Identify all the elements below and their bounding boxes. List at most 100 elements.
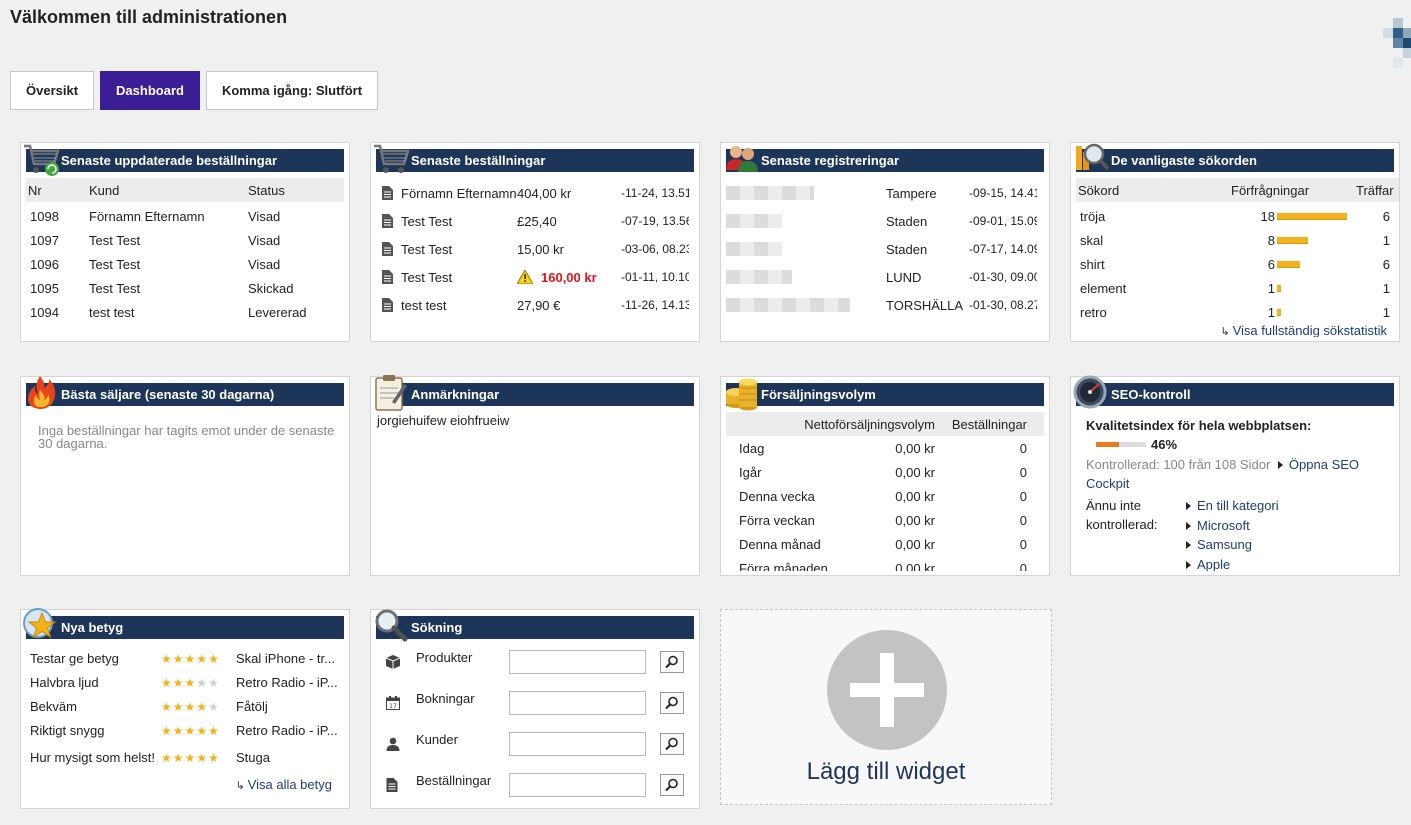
review-title: Bekväm xyxy=(30,698,77,714)
order-amount: 160,00 kr xyxy=(541,269,597,285)
unchecked-page-link[interactable]: En till kategori xyxy=(1186,496,1279,516)
review-row[interactable]: Testar ge betyg ★★★★★ Skal iPhone - tr... xyxy=(26,646,344,670)
order-date: -01-11, 10.10 xyxy=(621,270,689,284)
table-row[interactable]: tröja 18 6 xyxy=(1076,204,1399,228)
search-input[interactable] xyxy=(509,690,646,715)
period-label: Denna vecka xyxy=(739,488,815,504)
star-icon: ★ xyxy=(161,675,172,690)
unchecked-page-link[interactable]: Apple xyxy=(1186,555,1279,571)
person-icon xyxy=(386,737,416,751)
brand-logo xyxy=(1375,18,1411,68)
table-row[interactable]: LUND -01-30, 09.00 xyxy=(726,263,1044,291)
hit-count: 1 xyxy=(1382,304,1390,320)
request-count: 6 xyxy=(1267,256,1275,272)
table-row[interactable]: element 1 1 xyxy=(1076,276,1399,300)
review-row[interactable]: Bekväm ★★★★★ Fåtölj xyxy=(26,694,344,718)
users-icon xyxy=(726,146,758,172)
table-row[interactable]: TORSHÄLLA -01-30, 08.27 xyxy=(726,291,1044,319)
table-header: Nr Kund Status xyxy=(26,178,344,202)
customer-name: Test Test xyxy=(89,232,141,248)
search-button[interactable] xyxy=(660,650,684,673)
period-label: Förra veckan xyxy=(739,512,815,528)
net-sales: 0,00 kr xyxy=(895,464,935,480)
star-icon: ★ xyxy=(172,699,184,714)
search-label: Beställningar xyxy=(416,773,492,788)
table-row[interactable]: Test Test £25,40 -07-19, 13.56 xyxy=(376,207,694,235)
order-status: Visad xyxy=(248,256,281,272)
widget-header: Senaste registreringar xyxy=(726,146,1044,172)
review-row[interactable]: Riktigt snygg ★★★★★ Retro Radio - iP... xyxy=(26,718,344,742)
widget-title: De vanligaste sökorden xyxy=(1111,153,1257,168)
search-button[interactable] xyxy=(660,691,684,714)
shopping-cart-icon xyxy=(374,144,410,173)
search-term: retro xyxy=(1080,304,1107,320)
table-row[interactable]: Test Test 160,00 kr -01-11, 10.10 xyxy=(376,263,694,291)
order-status: Visad xyxy=(248,208,281,224)
unchecked-page-link[interactable]: Samsung xyxy=(1186,535,1279,555)
widget-header: Sökning xyxy=(375,609,694,642)
widget-header: Senaste beställningar xyxy=(374,144,694,173)
review-row[interactable]: Hur mysigt som helst! ★★★★★ Stuga xyxy=(26,742,344,772)
table-row[interactable]: Staden -07-17, 14.09 xyxy=(726,235,1044,263)
full-search-stats-link[interactable]: ↳ Visa fullständig sökstatistik xyxy=(1220,323,1387,337)
table-row[interactable]: skal 8 1 xyxy=(1076,228,1399,252)
table-row[interactable]: 1095 Test Test Skickad xyxy=(26,276,344,300)
clipboard-icon xyxy=(375,375,407,411)
review-row[interactable]: Halvbra ljud ★★★★★ Retro Radio - iP... xyxy=(26,670,344,694)
tab-dashboard[interactable]: Dashboard xyxy=(100,71,200,110)
order-number: 1094 xyxy=(30,304,59,320)
order-count: 0 xyxy=(1019,536,1027,552)
table-row[interactable]: retro 1 1 xyxy=(1076,300,1399,324)
search-input[interactable] xyxy=(509,649,646,674)
net-sales: 0,00 kr xyxy=(895,512,935,528)
widget-header: Bästa säljare (senaste 30 dagarna) xyxy=(26,376,344,409)
search-input[interactable] xyxy=(509,772,646,797)
search-input[interactable] xyxy=(509,731,646,756)
tab-bar: Översikt Dashboard Komma igång: Slutfört xyxy=(10,71,379,110)
request-count: 1 xyxy=(1267,280,1275,296)
order-date: -11-24, 13.51 xyxy=(621,186,689,200)
tab-komma-igang[interactable]: Komma igång: Slutfört xyxy=(205,71,379,110)
document-icon xyxy=(376,298,395,312)
order-count: 0 xyxy=(1019,464,1027,480)
star-icon: ★ xyxy=(196,723,208,738)
table-row[interactable]: Tampere -09-15, 14.41 xyxy=(726,179,1044,207)
add-widget-button[interactable]: Lägg till widget xyxy=(720,609,1052,805)
search-button[interactable] xyxy=(660,773,684,796)
registration-date: -09-01, 15.09 xyxy=(969,214,1037,228)
table-row[interactable]: 1094 test test Levererad xyxy=(26,300,344,324)
widget-best-sellers: Bästa säljare (senaste 30 dagarna) Inga … xyxy=(20,376,350,576)
box-icon xyxy=(386,654,416,669)
table-row[interactable]: 1098 Förnamn Efternamn Visad xyxy=(26,204,344,228)
coins-icon xyxy=(726,378,757,411)
table-row[interactable]: Förnamn Efternamn 404,00 kr -11-24, 13.51 xyxy=(376,179,694,207)
blurred-customer-name xyxy=(726,214,782,228)
unchecked-page-link[interactable]: Microsoft xyxy=(1186,516,1279,536)
order-date: -11-26, 14.13 xyxy=(621,298,689,312)
review-title: Hur mysigt som helst! xyxy=(30,749,155,765)
table-row[interactable]: Test Test 15,00 kr -03-06, 08.23 xyxy=(376,235,694,263)
notes-text: jorgiehuifew eiohfrueiw xyxy=(377,413,510,428)
customer-city: Staden xyxy=(886,213,928,229)
table-row: Denna månad 0,00 kr 0 xyxy=(726,532,1044,556)
table-row: Idag 0,00 kr 0 xyxy=(726,436,1044,460)
tab-oversikt[interactable]: Översikt xyxy=(10,71,95,110)
table-row[interactable]: 1097 Test Test Visad xyxy=(26,228,344,252)
magnifier-icon xyxy=(665,655,678,668)
table-row[interactable]: 1096 Test Test Visad xyxy=(26,252,344,276)
star-icon: ★ xyxy=(172,651,184,666)
customer-city: LUND xyxy=(886,269,922,285)
widget-title: Bästa säljare (senaste 30 dagarna) xyxy=(61,387,275,402)
table-row[interactable]: Staden -09-01, 15.09 xyxy=(726,207,1044,235)
show-all-reviews-link[interactable]: ↳ Visa alla betyg xyxy=(235,777,332,792)
star-icon: ★ xyxy=(184,750,196,765)
table-row[interactable]: test test 27,90 € -11-26, 14.13 xyxy=(376,291,694,319)
period-label: Denna månad xyxy=(739,536,821,552)
table-row[interactable]: shirt 6 6 xyxy=(1076,252,1399,276)
order-amount: £25,40 xyxy=(517,213,557,229)
request-bar xyxy=(1277,236,1308,244)
star-icon: ★ xyxy=(208,750,219,765)
search-button[interactable] xyxy=(660,732,684,755)
star-badge-icon xyxy=(23,608,57,639)
net-sales: 0,00 kr xyxy=(895,560,935,572)
